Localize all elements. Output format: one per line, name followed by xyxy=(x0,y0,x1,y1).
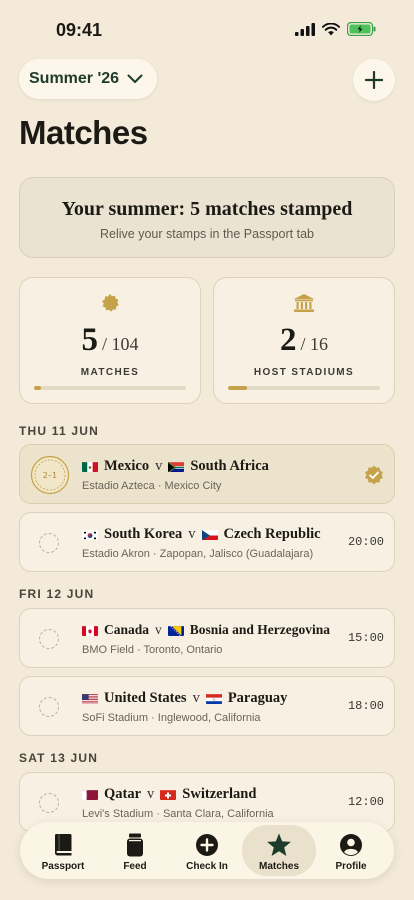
flag-south-africa-icon xyxy=(168,461,185,472)
season-selector[interactable]: Summer '26 xyxy=(19,59,158,99)
match-row[interactable]: 2–1 Mexico v South Africa Estadio Azteca… xyxy=(19,444,395,504)
flag-south-korea-icon xyxy=(82,529,98,540)
home-team: South Korea xyxy=(104,526,183,542)
flag-united-states-icon xyxy=(82,693,98,704)
day-label: THU 11 JUN xyxy=(19,424,100,438)
star-icon xyxy=(267,833,291,856)
unstamped-circle-icon[interactable] xyxy=(39,629,59,649)
matches-progress xyxy=(34,386,186,390)
wifi-icon xyxy=(322,22,340,35)
match-time: 15:00 xyxy=(347,631,384,645)
versus-label: v xyxy=(155,458,163,474)
tab-feed[interactable]: Feed xyxy=(98,825,172,876)
unstamped-circle-icon[interactable] xyxy=(39,793,59,813)
plus-circle-icon xyxy=(196,834,218,856)
flag-qatar-icon xyxy=(82,789,98,800)
versus-label: v xyxy=(192,690,200,706)
tab-bar: Passport Feed Check In Matches Profile xyxy=(20,822,394,879)
day-label: FRI 12 JUN xyxy=(19,587,95,601)
unstamped-circle-icon[interactable] xyxy=(39,533,59,553)
battery-icon xyxy=(347,22,376,36)
chevron-down-icon xyxy=(127,74,143,83)
page-title: Matches xyxy=(19,114,148,151)
tab-matches[interactable]: Matches xyxy=(242,825,316,876)
flag-canada-icon xyxy=(82,625,98,636)
tab-label: Feed xyxy=(123,861,147,872)
stadiums-count: 2 xyxy=(279,322,297,358)
flag-paraguay-icon xyxy=(205,693,222,704)
matches-count: 5 xyxy=(81,322,98,358)
match-time: 20:00 xyxy=(347,535,384,549)
flag-czech-republic-icon xyxy=(201,529,218,540)
match-venue: Estadio Azteca · Mexico City xyxy=(82,480,222,492)
home-team: Qatar xyxy=(104,786,142,802)
tab-label: Check In xyxy=(186,861,228,872)
home-team: United States xyxy=(104,690,187,706)
status-time: 09:41 xyxy=(56,20,103,40)
matches-progress-fill xyxy=(34,386,42,390)
tab-profile[interactable]: Profile xyxy=(314,825,388,876)
summer-banner[interactable]: Your summer: 5 matches stamped Relive yo… xyxy=(19,177,395,258)
versus-label: v xyxy=(188,526,196,542)
tab-label: Profile xyxy=(335,861,367,872)
stadiums-stat-card[interactable]: 2 / 16 HOST STADIUMS xyxy=(213,277,395,404)
matches-total: / 104 xyxy=(101,334,139,354)
flag-bosnia-icon xyxy=(167,625,184,636)
status-bar: 09:41 xyxy=(0,0,414,54)
tab-check-in[interactable]: Check In xyxy=(170,825,244,876)
stadium-icon xyxy=(294,294,314,312)
match-time: 18:00 xyxy=(347,699,384,713)
matches-label: MATCHES xyxy=(80,367,140,378)
unstamped-circle-icon[interactable] xyxy=(39,697,59,717)
match-venue: BMO Field · Toronto, Ontario xyxy=(82,644,223,656)
tab-passport[interactable]: Passport xyxy=(26,825,100,876)
match-time: 12:00 xyxy=(347,795,384,809)
add-match-button[interactable] xyxy=(353,59,395,101)
plus-icon xyxy=(365,71,383,89)
stadiums-progress xyxy=(228,386,380,390)
flag-switzerland-icon xyxy=(160,789,177,800)
away-team: Czech Republic xyxy=(223,526,321,542)
tab-label: Matches xyxy=(258,861,299,872)
away-team: Bosnia and Herzegovina xyxy=(189,622,331,637)
away-team: Switzerland xyxy=(182,786,257,802)
tab-label: Passport xyxy=(41,861,85,872)
stamped-check-icon xyxy=(365,465,383,485)
signal-icon xyxy=(295,22,315,36)
match-row[interactable]: South Korea v Czech Republic Estadio Akr… xyxy=(19,512,395,572)
flag-mexico-icon xyxy=(82,461,98,472)
seal-icon xyxy=(102,294,119,312)
season-label: Summer '26 xyxy=(29,70,120,87)
stamp-score: 2–1 xyxy=(43,471,57,480)
home-team: Canada xyxy=(104,622,150,637)
versus-label: v xyxy=(155,622,162,637)
matches-stat-card[interactable]: 5 / 104 MATCHES xyxy=(19,277,201,404)
banner-title: Your summer: 5 matches stamped xyxy=(61,198,353,220)
versus-label: v xyxy=(147,786,155,802)
match-stamp-icon: 2–1 xyxy=(30,455,70,495)
match-row[interactable]: United States v Paraguay SoFi Stadium · … xyxy=(19,676,395,736)
day-label: SAT 13 JUN xyxy=(19,751,99,765)
match-row[interactable]: Canada v Bosnia and Herzegovina BMO Fiel… xyxy=(19,608,395,668)
user-circle-icon xyxy=(340,834,362,856)
stadiums-label: HOST STADIUMS xyxy=(253,367,355,378)
away-team: South Africa xyxy=(190,458,269,474)
away-team: Paraguay xyxy=(227,690,288,706)
status-icons xyxy=(295,22,376,36)
jar-icon xyxy=(127,833,143,857)
match-venue: Levi's Stadium · Santa Clara, California xyxy=(82,808,274,820)
book-icon xyxy=(54,834,72,856)
stadiums-progress-fill xyxy=(228,386,247,390)
match-venue: SoFi Stadium · Inglewood, California xyxy=(82,712,261,724)
stadiums-total: / 16 xyxy=(300,334,328,354)
banner-subtitle: Relive your stamps in the Passport tab xyxy=(100,227,314,241)
home-team: Mexico xyxy=(104,458,150,474)
match-venue: Estadio Akron · Zapopan, Jalisco (Guadal… xyxy=(82,548,314,560)
